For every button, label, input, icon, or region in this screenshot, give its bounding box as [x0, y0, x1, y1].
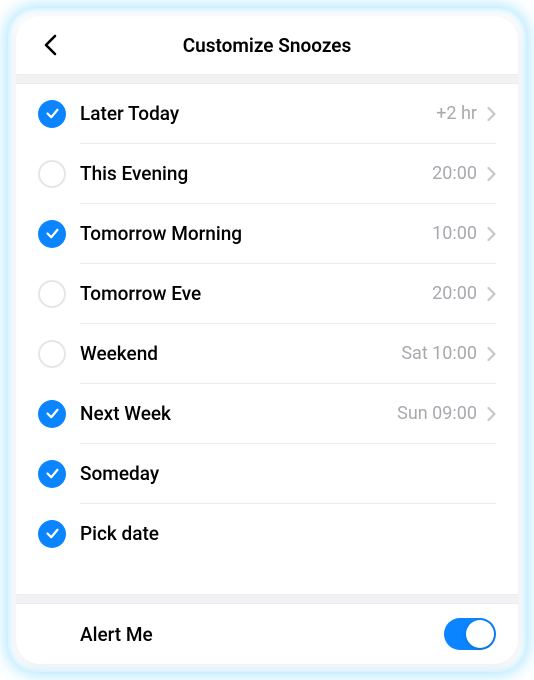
option-value: 20:00	[432, 163, 477, 184]
snooze-option-row[interactable]: Tomorrow Eve20:00	[16, 264, 518, 323]
chevron-right-icon	[487, 106, 496, 122]
alert-me-row: Alert Me	[16, 604, 518, 664]
chevron-right-icon	[487, 346, 496, 362]
option-value: 10:00	[432, 223, 477, 244]
snooze-options-list: Later Today+2 hrThis Evening20:00Tomorro…	[16, 84, 518, 594]
option-label: Later Today	[80, 102, 436, 125]
option-label: Someday	[80, 462, 496, 485]
snooze-option-row[interactable]: Tomorrow Morning10:00	[16, 204, 518, 263]
option-checkbox[interactable]	[38, 460, 66, 488]
chevron-right-icon	[487, 406, 496, 422]
alert-me-toggle[interactable]	[444, 618, 496, 650]
snooze-option-row[interactable]: Someday	[16, 444, 518, 503]
section-divider	[16, 594, 518, 604]
snooze-option-row[interactable]: WeekendSat 10:00	[16, 324, 518, 383]
option-label: Tomorrow Eve	[80, 282, 432, 305]
chevron-right-icon	[487, 286, 496, 302]
option-value: 20:00	[432, 283, 477, 304]
option-label: Tomorrow Morning	[80, 222, 432, 245]
option-checkbox[interactable]	[38, 100, 66, 128]
option-value: +2 hr	[436, 103, 477, 124]
chevron-right-icon	[487, 166, 496, 182]
checkmark-icon	[45, 526, 60, 541]
toggle-knob	[466, 620, 494, 648]
header: Customize Snoozes	[16, 16, 518, 74]
option-label: This Evening	[80, 162, 432, 185]
checkmark-icon	[45, 226, 60, 241]
snooze-option-row[interactable]: Next WeekSun 09:00	[16, 384, 518, 443]
alert-me-label: Alert Me	[80, 623, 444, 646]
settings-screen: Customize Snoozes Later Today+2 hrThis E…	[16, 16, 518, 664]
checkmark-icon	[45, 406, 60, 421]
option-value: Sat 10:00	[401, 343, 477, 364]
option-label: Pick date	[80, 522, 496, 545]
option-checkbox[interactable]	[38, 400, 66, 428]
option-label: Next Week	[80, 402, 397, 425]
option-label: Weekend	[80, 342, 401, 365]
page-title: Customize Snoozes	[16, 34, 518, 57]
chevron-right-icon	[487, 226, 496, 242]
option-checkbox[interactable]	[38, 340, 66, 368]
option-checkbox[interactable]	[38, 220, 66, 248]
option-checkbox[interactable]	[38, 520, 66, 548]
section-divider	[16, 74, 518, 84]
option-value: Sun 09:00	[397, 403, 477, 424]
checkmark-icon	[45, 466, 60, 481]
snooze-option-row[interactable]: Later Today+2 hr	[16, 84, 518, 143]
snooze-option-row[interactable]: This Evening20:00	[16, 144, 518, 203]
chevron-left-icon	[44, 34, 57, 56]
option-checkbox[interactable]	[38, 280, 66, 308]
back-button[interactable]	[34, 29, 66, 61]
checkmark-icon	[45, 106, 60, 121]
option-checkbox[interactable]	[38, 160, 66, 188]
snooze-option-row[interactable]: Pick date	[16, 504, 518, 563]
